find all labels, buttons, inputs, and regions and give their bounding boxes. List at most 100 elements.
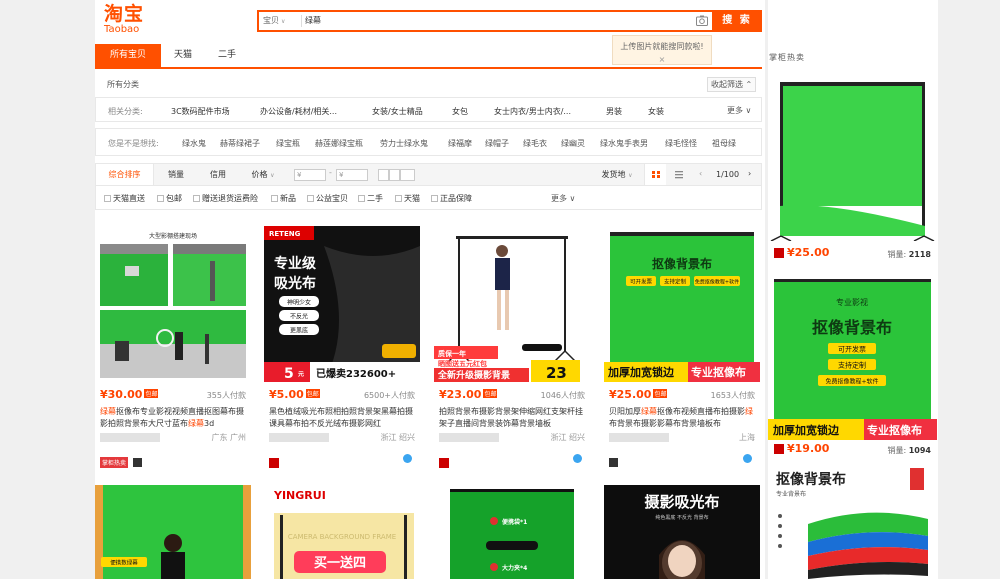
product-image[interactable] (768, 76, 937, 241)
suggest-item[interactable]: 绿水鬼 (182, 138, 206, 149)
suggest-item[interactable]: 绿毛衣 (523, 138, 547, 149)
category-row: 所有分类 收起筛选 ⌃ (95, 73, 762, 94)
suggest-item[interactable]: 劳力士绿水鬼 (380, 138, 428, 149)
view-toggle[interactable] (400, 169, 415, 181)
checkbox-tmall-direct[interactable]: 天猫直送 (104, 193, 145, 204)
product-card[interactable]: YINGRUI CAMERA BACKGROUND FRAME 买一送四 (264, 485, 420, 579)
list-view-button[interactable] (668, 164, 690, 185)
checkbox-free-shipping[interactable]: 包邮 (157, 193, 182, 204)
shop-name[interactable] (609, 433, 669, 442)
grid-view-button[interactable] (644, 164, 666, 185)
sort-sales[interactable]: 销量 (158, 164, 194, 185)
sidebar-product[interactable]: 抠像背景布 专业背景布 (768, 464, 937, 579)
product-title[interactable]: 绿幕抠像布专业影视视频直播抠图幕布摄影拍照背景布大尺寸蓝布绿幕3d (100, 406, 248, 430)
service-icons (609, 452, 620, 467)
shop-name[interactable] (439, 433, 499, 442)
checkbox-tmall[interactable]: 天猫 (395, 193, 420, 204)
checkbox-label: 天猫 (404, 194, 420, 203)
all-categories-label[interactable]: 所有分类 (107, 79, 139, 90)
chat-icon[interactable] (403, 454, 412, 463)
product-image[interactable]: 质保一年 晒图送五元红包 全新升级摄影背景 23 (434, 226, 590, 382)
checkbox-secondhand[interactable]: 二手 (358, 193, 383, 204)
tab-all[interactable]: 所有宝贝 (95, 44, 161, 67)
chevron-down-icon: ∨ (628, 172, 633, 179)
chat-icon[interactable] (743, 454, 752, 463)
product-card[interactable]: 便携数绿幕 (95, 485, 251, 579)
search-type-select[interactable]: 宝贝 ∨ (263, 14, 301, 28)
suggest-item[interactable]: 祖母绿 (712, 138, 736, 149)
checkbox-genuine[interactable]: 正品保障 (431, 193, 472, 204)
sidebar-product[interactable]: ¥25.00 销量: 2118 (768, 76, 937, 262)
taobao-logo[interactable]: 淘宝 Taobao (104, 4, 164, 38)
shop-name[interactable] (269, 433, 329, 442)
checkbox-label: 赠送退货运费险 (202, 194, 258, 203)
product-title[interactable]: 拍照背景布摄影背景架伸缩网红支架杆挂架子直播间背景装饰幕背景墙板 (439, 406, 587, 430)
product-card[interactable]: 抠像背景布 可开发票 支持定制 免费抠像教程+软件 加厚加宽锁边 专业抠像布 ¥… (604, 226, 760, 469)
related-item[interactable]: 3C数码配件市场 (171, 106, 230, 117)
related-item[interactable]: 女包 (452, 106, 468, 117)
product-card[interactable]: 便携袋*1 大力夹*4 (434, 485, 590, 579)
sort-price-label: 价格 (251, 170, 268, 179)
tab-secondhand[interactable]: 二手 (205, 44, 249, 67)
product-image[interactable]: 专业影视 抠像背景布 可开发票 支持定制 免费抠像教程+软件 加厚加宽锁边 专业… (768, 275, 937, 440)
search-button[interactable]: 搜 索 (712, 10, 762, 32)
view-toggle[interactable] (378, 169, 389, 181)
img-text: 支持定制 (838, 361, 866, 370)
search-bar: 宝贝 ∨ (257, 10, 762, 32)
sidebar-product[interactable]: 专业影视 抠像背景布 可开发票 支持定制 免费抠像教程+软件 加厚加宽锁边 专业… (768, 275, 937, 461)
suggest-item[interactable]: 绿幽灵 (561, 138, 585, 149)
chat-icon[interactable] (573, 454, 582, 463)
product-card[interactable]: 质保一年 晒图送五元红包 全新升级摄影背景 23 ¥23.00 包邮 1046人付… (434, 226, 590, 469)
checkbox-more-button[interactable]: 更多 ∨ (551, 193, 575, 204)
tmall-icon (133, 458, 143, 467)
shop-name[interactable] (100, 433, 160, 442)
sort-credit[interactable]: 信用 (200, 164, 236, 185)
related-item[interactable]: 女装 (648, 106, 664, 117)
img-text: 不反光 (290, 313, 308, 321)
price-min-input[interactable]: ¥ (294, 169, 326, 181)
product-image[interactable]: RETENG 专业级 吸光布 神明少女 不反光 更黑底 5 元 已爆卖23260… (264, 226, 420, 382)
product-image[interactable]: 大型影棚搭建现场 (95, 226, 251, 382)
tab-tmall[interactable]: 天猫 (161, 44, 205, 67)
suggest-item[interactable]: 绿水鬼手表男 (600, 138, 648, 149)
search-input[interactable] (305, 14, 685, 28)
related-item[interactable]: 女士内衣/男士内衣/... (494, 106, 571, 117)
sort-default[interactable]: 综合排序 (96, 164, 154, 185)
product-card[interactable]: 大型影棚搭建现场 ¥30.00 包邮 355人付款 绿幕抠像布专业影视视频直播抠图… (95, 226, 251, 469)
suggest-item[interactable]: 赫蒂绿裙子 (220, 138, 260, 149)
collapse-filter-button[interactable]: 收起筛选 ⌃ (707, 77, 757, 92)
product-image[interactable]: 抠像背景布 专业背景布 (768, 464, 937, 579)
product-image[interactable]: 摄影吸光布 纯色黑底 不反光 背景布 (604, 485, 760, 579)
related-label: 相关分类: (108, 107, 143, 116)
related-item[interactable]: 办公设备/耗材/相关... (260, 106, 337, 117)
camera-icon[interactable] (696, 15, 708, 26)
product-card[interactable]: RETENG 专业级 吸光布 神明少女 不反光 更黑底 5 元 已爆卖23260… (264, 226, 420, 469)
product-image[interactable]: 便携数绿幕 (95, 485, 251, 579)
checkbox-new[interactable]: 新品 (271, 193, 296, 204)
checkbox-charity[interactable]: 公益宝贝 (307, 193, 348, 204)
product-image[interactable]: 便携袋*1 大力夹*4 (434, 485, 590, 579)
view-toggle[interactable] (389, 169, 400, 181)
sort-price[interactable]: 价格 ∨ (242, 164, 284, 185)
suggest-item[interactable]: 绿福摩 (448, 138, 472, 149)
img-text: 更黑底 (290, 327, 308, 335)
product-image[interactable]: 抠像背景布 可开发票 支持定制 免费抠像教程+软件 加厚加宽锁边 专业抠像布 (604, 226, 760, 382)
product-image[interactable]: YINGRUI CAMERA BACKGROUND FRAME 买一送四 (264, 485, 420, 579)
product-card[interactable]: 摄影吸光布 纯色黑底 不反光 背景布 (604, 485, 760, 579)
suggest-item[interactable]: 绿帽子 (485, 138, 509, 149)
product-title[interactable]: 黑色植绒吸光布照相拍照背景架黑幕拍摄课具幕布拍不反光绒布摄影网红 (269, 406, 417, 430)
related-item[interactable]: 女装/女士精品 (372, 106, 423, 117)
next-page-button[interactable]: › (748, 169, 751, 178)
suggest-item[interactable]: 绿宝瓶 (276, 138, 300, 149)
related-more-button[interactable]: 更多 ∨ (727, 105, 751, 116)
checkbox-return-insurance[interactable]: 赠送退货运费险 (193, 193, 258, 204)
more-label: 更多 (551, 194, 567, 203)
img-text: 免费抠像教程+软件 (695, 279, 739, 286)
product-title[interactable]: 贝阳加厚绿幕抠像布视频直播布拍摄影绿布背景布摄影影幕布背景墙板布 (609, 406, 757, 430)
prev-page-button[interactable]: ‹ (699, 169, 702, 178)
price-max-input[interactable]: ¥ (336, 169, 368, 181)
related-item[interactable]: 男装 (606, 106, 622, 117)
suggest-item[interactable]: 绿毛怪怪 (665, 138, 697, 149)
ship-from-select[interactable]: 发货地 ∨ (596, 164, 638, 185)
suggest-item[interactable]: 赫莲娜绿宝瓶 (315, 138, 363, 149)
